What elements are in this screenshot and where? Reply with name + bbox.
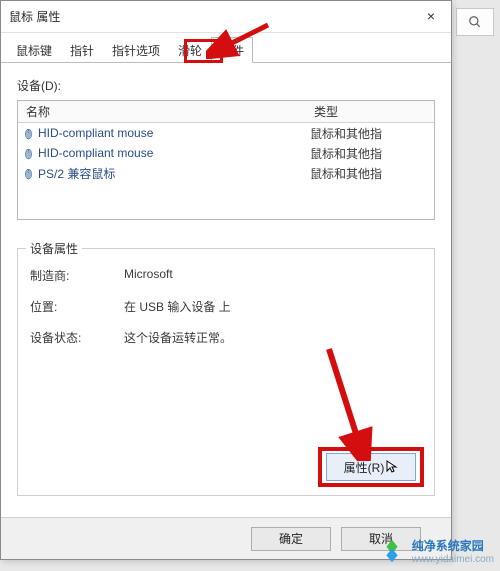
- dialog-body: 设备(D): 名称 类型 HID-compliant mouse 鼠标和其他指 …: [1, 63, 451, 504]
- dialog-titlebar: 鼠标 属性 ×: [1, 1, 451, 33]
- value-status: 这个设备运转正常。: [124, 329, 422, 346]
- value-manufacturer: Microsoft: [124, 267, 422, 284]
- label-status: 设备状态:: [30, 329, 124, 346]
- watermark-logo-icon: [378, 537, 406, 565]
- cursor-icon: [386, 460, 398, 474]
- mouse-properties-dialog: 鼠标 属性 × 鼠标键 指针 指针选项 滑轮 硬件 设备(D): 名称 类型: [0, 0, 452, 560]
- device-type: 鼠标和其他指: [310, 145, 434, 162]
- tab-hardware[interactable]: 硬件: [211, 37, 253, 63]
- device-name: HID-compliant mouse: [38, 146, 310, 160]
- group-legend: 设备属性: [26, 240, 82, 257]
- tab-pointer-options[interactable]: 指针选项: [103, 37, 169, 63]
- mouse-icon: [18, 147, 38, 160]
- ok-button[interactable]: 确定: [251, 527, 331, 551]
- kv-manufacturer: 制造商: Microsoft: [30, 267, 422, 284]
- dialog-title: 鼠标 属性: [9, 8, 60, 25]
- mouse-icon: [18, 167, 38, 180]
- mouse-icon: [18, 127, 38, 140]
- label-manufacturer: 制造商:: [30, 267, 124, 284]
- device-row[interactable]: PS/2 兼容鼠标 鼠标和其他指: [18, 163, 434, 183]
- properties-button-label: 属性(R): [344, 459, 385, 476]
- device-type: 鼠标和其他指: [310, 125, 434, 142]
- kv-status: 设备状态: 这个设备运转正常。: [30, 329, 422, 346]
- watermark-url: www.yidaimei.com: [412, 554, 494, 565]
- col-header-name[interactable]: 名称: [18, 103, 310, 120]
- tab-wheel[interactable]: 滑轮: [169, 37, 211, 63]
- device-row[interactable]: HID-compliant mouse 鼠标和其他指: [18, 123, 434, 143]
- search-icon: [468, 15, 482, 29]
- properties-button[interactable]: 属性(R): [326, 453, 416, 481]
- device-name: HID-compliant mouse: [38, 126, 310, 140]
- devices-label: 设备(D):: [17, 77, 435, 94]
- tab-buttons[interactable]: 鼠标键: [7, 37, 61, 63]
- value-location: 在 USB 输入设备 上: [124, 298, 422, 315]
- device-list-header: 名称 类型: [18, 101, 434, 123]
- kv-location: 位置: 在 USB 输入设备 上: [30, 298, 422, 315]
- device-row[interactable]: HID-compliant mouse 鼠标和其他指: [18, 143, 434, 163]
- tab-bar: 鼠标键 指针 指针选项 滑轮 硬件: [1, 33, 451, 63]
- col-header-type[interactable]: 类型: [310, 103, 434, 120]
- close-button[interactable]: ×: [415, 3, 447, 29]
- desktop-background: 鼠标 属性 × 鼠标键 指针 指针选项 滑轮 硬件 设备(D): 名称 类型: [0, 0, 500, 571]
- device-name: PS/2 兼容鼠标: [38, 165, 310, 182]
- search-button[interactable]: [456, 8, 494, 36]
- device-properties-group: 设备属性 制造商: Microsoft 位置: 在 USB 输入设备 上 设备状…: [17, 248, 435, 496]
- watermark: 纯净系统家园 www.yidaimei.com: [378, 537, 494, 565]
- watermark-name: 纯净系统家园: [412, 537, 494, 554]
- device-type: 鼠标和其他指: [310, 165, 434, 182]
- label-location: 位置:: [30, 298, 124, 315]
- tab-pointers[interactable]: 指针: [61, 37, 103, 63]
- device-list[interactable]: 名称 类型 HID-compliant mouse 鼠标和其他指 HID-com…: [17, 100, 435, 220]
